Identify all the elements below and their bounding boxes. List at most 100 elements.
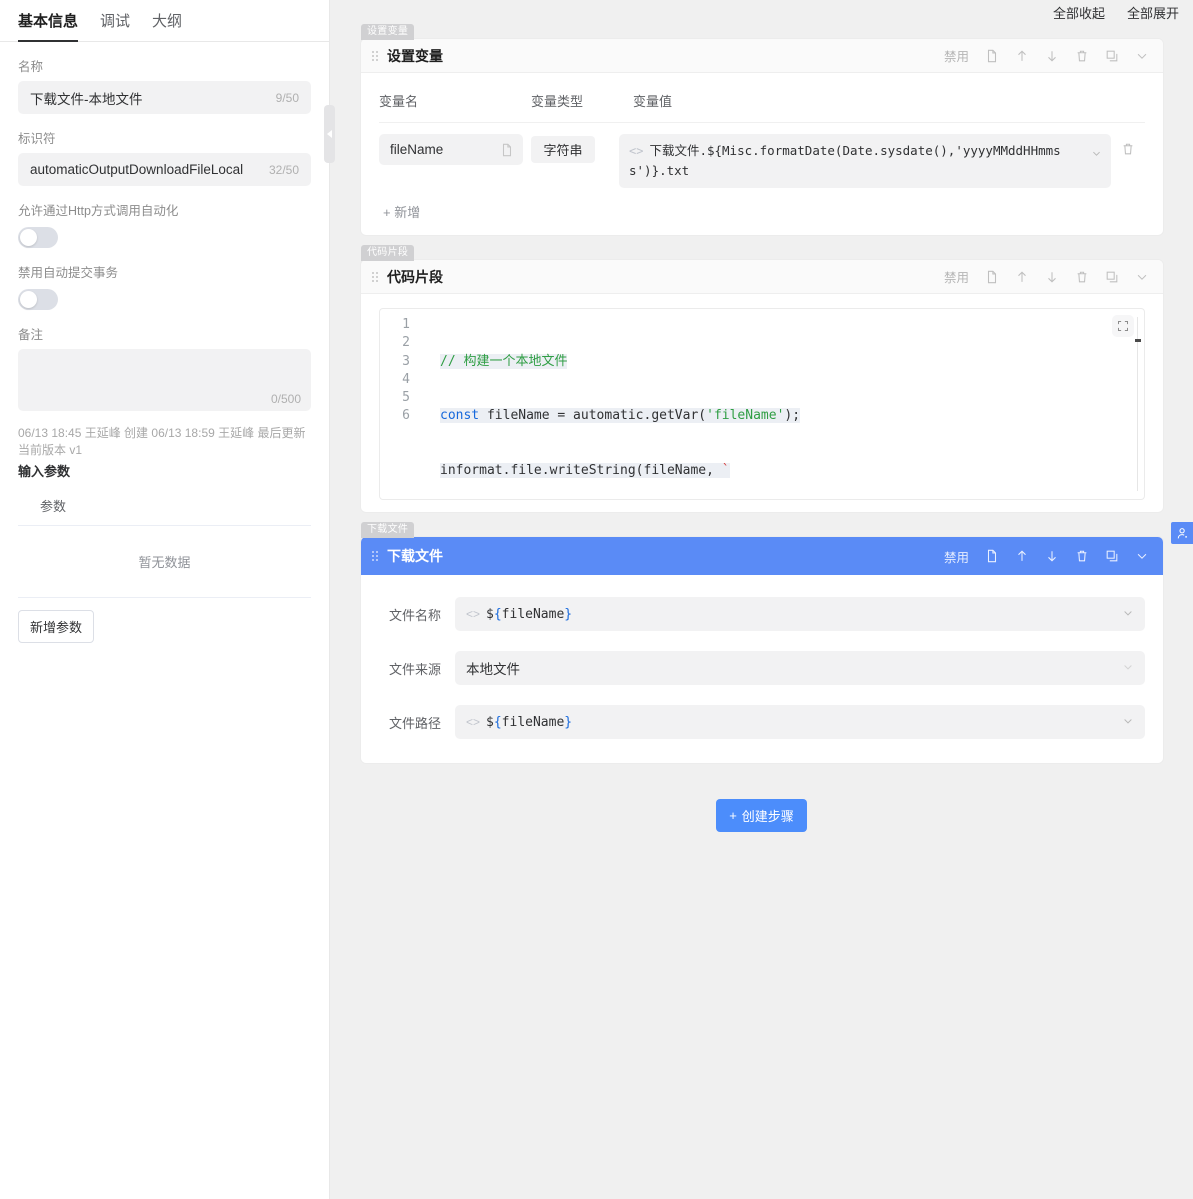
name-input[interactable]: 下载文件-本地文件 9/50 bbox=[18, 81, 311, 114]
identifier-input[interactable]: automaticOutputDownloadFileLocal 32/50 bbox=[18, 153, 311, 186]
variable-name-input[interactable]: fileName bbox=[379, 134, 523, 165]
delete-row-button[interactable] bbox=[1111, 134, 1145, 156]
column-variable-type: 变量类型 bbox=[531, 91, 633, 110]
audit-meta-line2: 当前版本 v1 bbox=[18, 442, 311, 459]
input-params-title: 输入参数 bbox=[0, 459, 329, 480]
dot bbox=[372, 59, 374, 61]
editor-scrollbar[interactable] bbox=[1135, 317, 1141, 491]
document-icon[interactable] bbox=[985, 49, 999, 63]
identifier-counter: 32/50 bbox=[269, 163, 299, 177]
chevron-down-icon[interactable] bbox=[1122, 607, 1134, 622]
disable-button[interactable]: 禁用 bbox=[944, 267, 969, 286]
tab-basic-info[interactable]: 基本信息 bbox=[18, 10, 78, 41]
arrow-up-icon[interactable] bbox=[1015, 49, 1029, 63]
arrow-down-icon[interactable] bbox=[1045, 49, 1059, 63]
card-header-set-variable[interactable]: 设置变量 禁用 bbox=[361, 39, 1163, 73]
sidebar-collapse-handle[interactable] bbox=[324, 105, 335, 163]
copy-icon[interactable] bbox=[1105, 549, 1119, 563]
chevron-down-icon[interactable] bbox=[1135, 549, 1149, 563]
code-brackets-icon: <> bbox=[466, 607, 480, 621]
create-step-button[interactable]: + 创建步骤 bbox=[716, 799, 807, 832]
file-source-select[interactable]: 本地文件 bbox=[455, 651, 1145, 685]
trash-icon bbox=[1121, 142, 1135, 156]
arrow-down-icon[interactable] bbox=[1045, 270, 1059, 284]
txn-toggle-label: 禁用自动提交事务 bbox=[18, 262, 311, 281]
document-icon[interactable] bbox=[500, 143, 514, 157]
file-name-value: ${fileName} bbox=[486, 607, 572, 622]
collapse-all-button[interactable]: 全部收起 bbox=[1053, 3, 1105, 22]
trash-icon[interactable] bbox=[1075, 270, 1089, 284]
field-file-path: 文件路径 <> ${fileName} bbox=[379, 705, 1145, 739]
http-toggle-label: 允许通过Http方式调用自动化 bbox=[18, 200, 311, 219]
code-editor[interactable]: 1 2 3 4 5 6 // 构建一个本地文件 const fileName =… bbox=[379, 308, 1145, 500]
card-header-code-snippet[interactable]: 代码片段 禁用 bbox=[361, 260, 1163, 294]
disable-button[interactable]: 禁用 bbox=[944, 46, 969, 65]
file-name-label: 文件名称 bbox=[379, 605, 441, 624]
code-line: informat.file.writeString(fileName, ` bbox=[440, 462, 1144, 480]
tab-outline[interactable]: 大纲 bbox=[152, 10, 182, 41]
file-source-value: 本地文件 bbox=[466, 658, 520, 678]
dot bbox=[372, 280, 374, 282]
dot bbox=[376, 59, 378, 61]
remark-counter: 0/500 bbox=[271, 392, 301, 406]
arrow-up-icon[interactable] bbox=[1015, 549, 1029, 563]
variable-name-value: fileName bbox=[390, 142, 500, 157]
line-number-gutter: 1 2 3 4 5 6 bbox=[380, 316, 420, 500]
variable-value-input[interactable]: <>下载文件.${Misc.formatDate(Date.sysdate(),… bbox=[619, 134, 1111, 188]
assignee-tab-button[interactable] bbox=[1171, 522, 1193, 544]
document-icon[interactable] bbox=[985, 549, 999, 563]
code-line: const fileName = automatic.getVar('fileN… bbox=[440, 407, 1144, 425]
add-param-button[interactable]: 新增参数 bbox=[18, 610, 94, 643]
disable-button[interactable]: 禁用 bbox=[944, 547, 969, 566]
variable-type-value[interactable]: 字符串 bbox=[531, 136, 595, 163]
name-label: 名称 bbox=[18, 56, 311, 75]
code-content[interactable]: // 构建一个本地文件 const fileName = automatic.g… bbox=[420, 316, 1144, 500]
scrollbar-thumb[interactable] bbox=[1135, 339, 1141, 342]
drag-handle-icon[interactable] bbox=[371, 551, 379, 561]
drag-handle-icon[interactable] bbox=[371, 51, 379, 61]
identifier-label: 标识符 bbox=[18, 128, 311, 147]
txn-toggle-switch[interactable] bbox=[18, 289, 58, 310]
chevron-down-icon[interactable] bbox=[1122, 715, 1134, 730]
copy-icon[interactable] bbox=[1105, 49, 1119, 63]
tab-debug[interactable]: 调试 bbox=[100, 10, 130, 41]
main-canvas: 全部收起 全部展开 设置变量 设置变量 禁用 bbox=[330, 0, 1193, 1199]
dot bbox=[376, 51, 378, 53]
add-variable-button[interactable]: + 新增 bbox=[379, 188, 1145, 223]
code-line: // 构建一个本地文件 bbox=[440, 353, 1144, 371]
chevron-down-icon[interactable] bbox=[1122, 661, 1134, 676]
code-brackets-icon: <> bbox=[466, 715, 480, 729]
scrollbar-track bbox=[1137, 317, 1138, 491]
card-header-download-file[interactable]: 下载文件 禁用 bbox=[361, 537, 1163, 575]
create-step-label: 创建步骤 bbox=[742, 806, 794, 825]
line-number: 6 bbox=[380, 407, 410, 425]
trash-icon[interactable] bbox=[1075, 49, 1089, 63]
file-name-input[interactable]: <> ${fileName} bbox=[455, 597, 1145, 631]
card-download-file: 下载文件 下载文件 禁用 bbox=[361, 537, 1163, 763]
code-line-text: // 构建一个本地文件 bbox=[440, 354, 567, 369]
dot bbox=[372, 555, 374, 557]
arrow-up-icon[interactable] bbox=[1015, 270, 1029, 284]
arrow-down-icon[interactable] bbox=[1045, 549, 1059, 563]
fullscreen-icon[interactable] bbox=[1112, 315, 1134, 337]
remark-field-group: 备注 0/500 bbox=[0, 324, 329, 411]
document-icon[interactable] bbox=[985, 270, 999, 284]
line-number: 5 bbox=[380, 389, 410, 407]
column-variable-name: 变量名 bbox=[379, 91, 531, 110]
file-path-input[interactable]: <> ${fileName} bbox=[455, 705, 1145, 739]
name-input-value: 下载文件-本地文件 bbox=[30, 88, 276, 108]
expand-all-button[interactable]: 全部展开 bbox=[1127, 3, 1179, 22]
chevron-down-icon[interactable] bbox=[1135, 270, 1149, 284]
http-toggle-switch[interactable] bbox=[18, 227, 58, 248]
trash-icon[interactable] bbox=[1075, 549, 1089, 563]
chevron-down-icon[interactable] bbox=[1091, 145, 1102, 165]
drag-handle-icon[interactable] bbox=[371, 272, 379, 282]
chevron-down-icon[interactable] bbox=[1135, 49, 1149, 63]
txn-toggle-knob bbox=[20, 291, 37, 308]
http-toggle-group: 允许通过Http方式调用自动化 bbox=[0, 200, 329, 248]
remark-textarea[interactable]: 0/500 bbox=[18, 349, 311, 411]
dot bbox=[372, 551, 374, 553]
sidebar-tabs: 基本信息 调试 大纲 bbox=[0, 0, 329, 42]
copy-icon[interactable] bbox=[1105, 270, 1119, 284]
download-file-body: 文件名称 <> ${fileName} 文件来源 本地文件 bbox=[361, 575, 1163, 763]
